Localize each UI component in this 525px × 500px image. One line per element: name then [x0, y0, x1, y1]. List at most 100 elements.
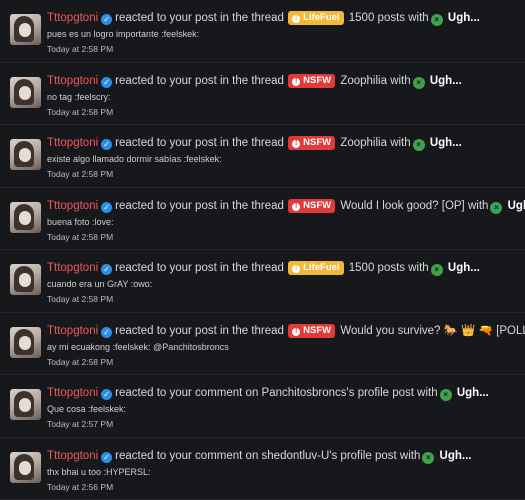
alert-item[interactable]: Tttopgtoni ✓ reacted to your post in the t… — [0, 313, 525, 375]
exclamation-icon: ! — [292, 265, 301, 273]
username-link[interactable]: Tttopgtoni — [47, 200, 98, 212]
with-text: with — [467, 199, 489, 212]
thread-title-link[interactable]: Would I look good? [OP] — [340, 200, 464, 212]
alert-text: Tttopgtoni ✓ reacted to your post in the t… — [47, 72, 525, 90]
avatar[interactable] — [10, 14, 41, 45]
thread-title-link[interactable]: Would you survive? 🐎 👑 🔫 [POLL] — [340, 325, 525, 337]
alert-item[interactable]: Tttopgtoni ✓ reacted to your comment on sh… — [0, 438, 525, 500]
username-link[interactable]: Tttopgtoni — [47, 262, 98, 274]
thread-prefix-badge[interactable]: ! LifeFuel — [288, 11, 344, 25]
alert-timestamp: Today at 2:58 PM — [47, 294, 114, 304]
with-text: with — [408, 262, 429, 274]
alert-timestamp: Today at 2:58 PM — [47, 44, 114, 54]
post-snippet[interactable]: thx bhai u too :HYPERSL: — [47, 466, 525, 479]
post-snippet[interactable]: existe algo llamado dormir sabías :feels… — [47, 153, 525, 166]
with-text: with — [399, 449, 421, 462]
alert-action-text: reacted to your post in the thread — [115, 199, 284, 212]
reaction-label: Ugh... — [447, 262, 480, 274]
sick-face-icon: × — [412, 139, 425, 151]
reaction-label: Ugh... — [456, 387, 489, 399]
reaction-label: Ugh... — [439, 449, 472, 462]
thread-prefix-badge[interactable]: ! LifeFuel — [288, 261, 344, 275]
username-link[interactable]: Tttopgtoni — [47, 325, 98, 337]
username-link[interactable]: Tttopgtoni — [47, 137, 98, 149]
alert-action-text: reacted to your comment on shedontluv-U'… — [115, 449, 397, 462]
thread-prefix-label: NSFW — [303, 137, 332, 148]
alert-action-text: reacted to your post in the thread — [115, 262, 284, 274]
exclamation-icon: ! — [292, 77, 301, 86]
alert-timestamp: Today at 2:58 PM — [47, 356, 114, 367]
thread-title-link[interactable]: Zoophilia — [340, 137, 387, 149]
post-snippet[interactable]: cuando era un GrAY :owo: — [47, 278, 525, 291]
exclamation-icon: ! — [292, 327, 301, 336]
thread-title-link[interactable]: Zoophilia — [340, 75, 387, 87]
post-snippet[interactable]: buena foto :love: — [47, 216, 525, 229]
thread-title-link[interactable]: 1500 posts — [349, 12, 405, 24]
thread-prefix-label: LifeFuel — [303, 262, 340, 273]
verified-badge-icon: ✓ — [101, 14, 113, 25]
with-text: with — [390, 74, 411, 87]
alert-text: Tttopgtoni ✓ reacted to your post in the t… — [47, 9, 525, 27]
username-link[interactable]: Tttopgtoni — [47, 450, 98, 462]
sick-face-icon: × — [490, 201, 503, 214]
alert-item[interactable]: Tttopgtoni ✓ reacted to your post in the t… — [0, 63, 525, 125]
alert-item[interactable]: Tttopgtoni ✓ reacted to your post in the t… — [0, 125, 525, 188]
verified-badge-icon: ✓ — [101, 264, 113, 275]
thread-prefix-label: NSFW — [303, 199, 332, 211]
avatar[interactable] — [10, 201, 41, 233]
username-link[interactable]: Tttopgtoni — [47, 12, 98, 24]
avatar[interactable] — [10, 76, 41, 108]
reaction-label: Ugh... — [429, 74, 462, 87]
avatar[interactable] — [10, 139, 41, 170]
thread-prefix-badge[interactable]: ! NSFW — [288, 73, 336, 88]
post-snippet[interactable]: Que cosa :feelskek: — [47, 403, 525, 416]
sick-face-icon: × — [430, 14, 443, 26]
verified-badge-icon: ✓ — [101, 389, 113, 400]
thread-title-link[interactable]: 1500 posts — [349, 262, 405, 274]
exclamation-icon: ! — [292, 140, 301, 148]
post-snippet[interactable]: ay mi ecuakong :feelskek: @Panchitosbron… — [47, 341, 525, 354]
sick-face-icon: × — [430, 264, 443, 276]
username-link[interactable]: Tttopgtoni — [47, 75, 98, 87]
alert-action-text: reacted to your post in the thread — [115, 12, 284, 24]
alert-timestamp: Today at 2:58 PM — [47, 231, 114, 242]
thread-prefix-label: LifeFuel — [303, 12, 340, 23]
avatar[interactable] — [10, 264, 41, 295]
avatar[interactable] — [10, 451, 41, 483]
reaction-label: Ugh... — [447, 12, 480, 24]
verified-badge-icon: ✓ — [101, 139, 113, 150]
alerts-list: Tttopgtoni ✓ reacted to your post in the t… — [0, 0, 525, 500]
sick-face-icon: × — [439, 389, 452, 401]
alert-action-text: reacted to your post in the thread — [115, 324, 284, 337]
alert-item[interactable]: Tttopgtoni ✓ reacted to your post in the t… — [0, 250, 525, 313]
alert-text: Tttopgtoni ✓ reacted to your post in the t… — [47, 322, 525, 340]
alert-text: Tttopgtoni ✓ reacted to your post in the t… — [47, 197, 525, 215]
avatar[interactable] — [10, 389, 41, 420]
username-link[interactable]: Tttopgtoni — [47, 387, 98, 399]
avatar[interactable] — [10, 326, 41, 358]
thread-prefix-label: NSFW — [303, 74, 332, 86]
alert-timestamp: Today at 2:56 PM — [47, 481, 114, 492]
alert-item[interactable]: Tttopgtoni ✓ reacted to your post in the t… — [0, 0, 525, 63]
alert-text: Tttopgtoni ✓ reacted to your comment on sh… — [47, 447, 525, 465]
verified-badge-icon: ✓ — [101, 201, 113, 213]
alert-text: Tttopgtoni ✓ reacted to your post in the t… — [47, 134, 525, 152]
thread-prefix-badge[interactable]: ! NSFW — [288, 198, 336, 213]
alert-timestamp: Today at 2:58 PM — [47, 106, 114, 117]
exclamation-icon: ! — [292, 202, 301, 211]
alert-timestamp: Today at 2:58 PM — [47, 169, 114, 179]
post-snippet[interactable]: pues es un logro importante :feelskek: — [47, 28, 525, 41]
verified-badge-icon: ✓ — [101, 76, 113, 88]
alert-item[interactable]: Tttopgtoni ✓ reacted to your post in the t… — [0, 188, 525, 250]
thread-prefix-label: NSFW — [303, 324, 332, 336]
verified-badge-icon: ✓ — [101, 451, 113, 463]
alert-action-text: reacted to your comment on Panchitosbron… — [115, 387, 414, 399]
alert-item[interactable]: Tttopgtoni ✓ reacted to your comment on Pa… — [0, 375, 525, 438]
post-snippet[interactable]: no tag :feelscry: — [47, 91, 525, 104]
exclamation-icon: ! — [292, 15, 301, 23]
reaction-label: Ugh... — [507, 199, 525, 212]
thread-prefix-badge[interactable]: ! NSFW — [288, 136, 336, 150]
thread-prefix-badge[interactable]: ! NSFW — [288, 323, 336, 338]
alert-text: Tttopgtoni ✓ reacted to your post in the t… — [47, 259, 525, 277]
verified-badge-icon: ✓ — [101, 326, 113, 338]
